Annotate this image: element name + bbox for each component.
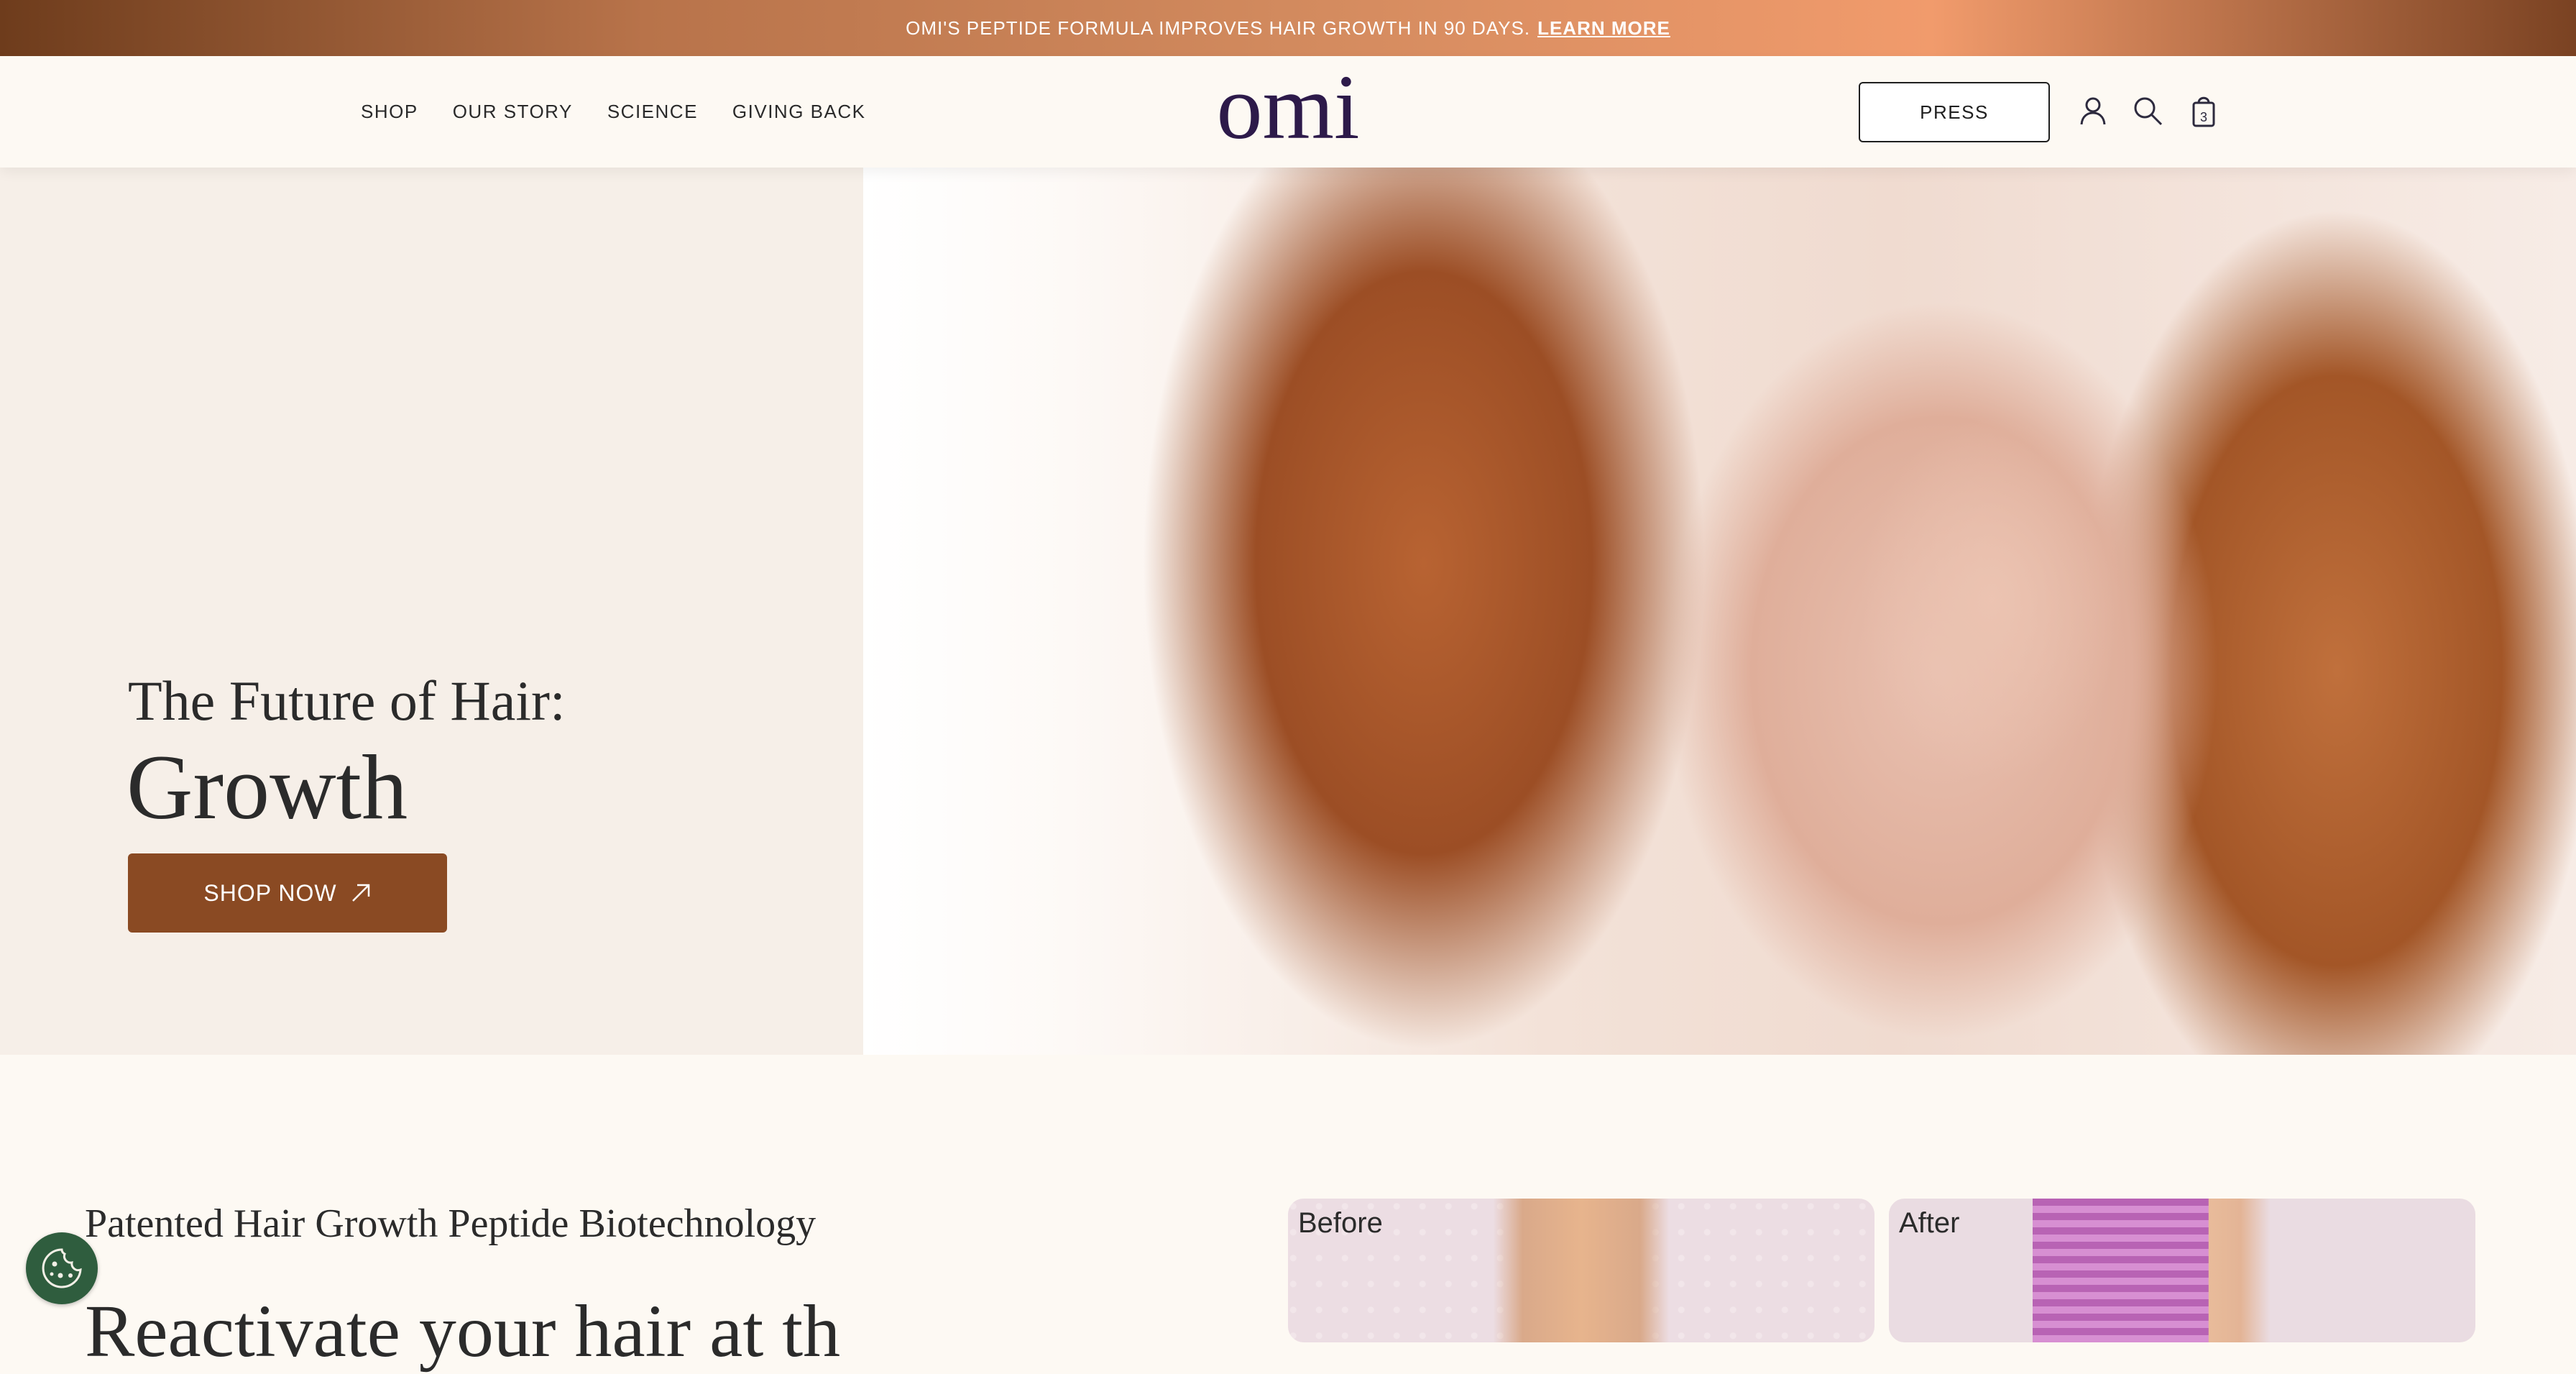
learn-more-link[interactable]: LEARN MORE <box>1537 17 1670 40</box>
after-image-card: After <box>1889 1199 2475 1342</box>
hero-model-image <box>863 168 2576 1055</box>
shop-now-label: SHOP NOW <box>203 879 337 906</box>
section-subtitle: Patented Hair Growth Peptide Biotechnolo… <box>85 1201 816 1246</box>
announcement-bar: OMI'S PEPTIDE FORMULA IMPROVES HAIR GROW… <box>0 0 2576 56</box>
nav-shop[interactable]: SHOP <box>361 101 418 123</box>
svg-text:omi: omi <box>1216 75 1359 148</box>
press-button[interactable]: PRESS <box>1859 82 2050 142</box>
announcement-text: OMI'S PEPTIDE FORMULA IMPROVES HAIR GROW… <box>906 17 1531 39</box>
nav-our-story[interactable]: OUR STORY <box>453 101 573 123</box>
site-header: SHOP OUR STORY SCIENCE GIVING BACK omi P… <box>0 56 2576 168</box>
main-nav: SHOP OUR STORY SCIENCE GIVING BACK <box>361 56 865 168</box>
account-icon[interactable] <box>2076 93 2110 128</box>
after-label: After <box>1899 1207 1960 1239</box>
before-label: Before <box>1298 1207 1383 1239</box>
cart-count: 3 <box>2200 110 2207 124</box>
hero-title: The Future of Hair: <box>128 669 566 732</box>
cookie-settings-button[interactable] <box>26 1232 98 1304</box>
search-icon[interactable] <box>2130 93 2165 128</box>
hero-rotating-word: Growth <box>126 736 408 838</box>
nav-giving-back[interactable]: GIVING BACK <box>732 101 866 123</box>
nav-science[interactable]: SCIENCE <box>607 101 698 123</box>
cart-bag-icon[interactable]: 3 <box>2186 93 2221 128</box>
section-heading: Reactivate your hair at th <box>85 1290 841 1373</box>
arrow-up-right-icon <box>351 884 369 902</box>
omi-logo[interactable]: omi <box>1179 75 1397 148</box>
shop-now-button[interactable]: SHOP NOW <box>128 853 447 933</box>
before-image-card: Before <box>1288 1199 1874 1342</box>
cookie-icon <box>42 1248 82 1288</box>
